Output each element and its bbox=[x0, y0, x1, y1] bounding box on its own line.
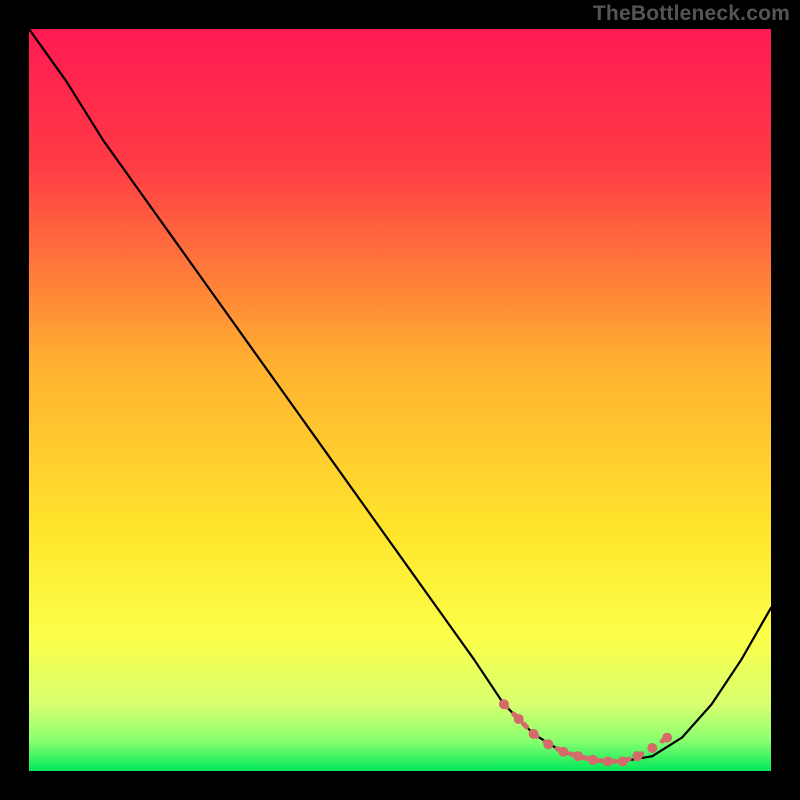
optimal-range-marker bbox=[514, 714, 524, 724]
optimal-range-marker bbox=[543, 739, 553, 749]
optimal-range-marker bbox=[573, 751, 583, 761]
optimal-range-marker bbox=[603, 756, 613, 766]
gradient-background bbox=[29, 29, 771, 771]
chart-container: TheBottleneck.com bbox=[0, 0, 800, 800]
optimal-range-marker bbox=[647, 743, 657, 753]
optimal-range-marker bbox=[529, 729, 539, 739]
watermark-text: TheBottleneck.com bbox=[593, 2, 790, 26]
plot-area bbox=[29, 29, 771, 771]
chart-svg bbox=[29, 29, 771, 771]
optimal-range-marker bbox=[499, 699, 509, 709]
optimal-range-marker bbox=[632, 751, 642, 761]
optimal-range-marker bbox=[662, 733, 672, 743]
optimal-range-marker bbox=[588, 755, 598, 765]
optimal-range-marker bbox=[558, 747, 568, 757]
optimal-range-marker bbox=[618, 756, 628, 766]
